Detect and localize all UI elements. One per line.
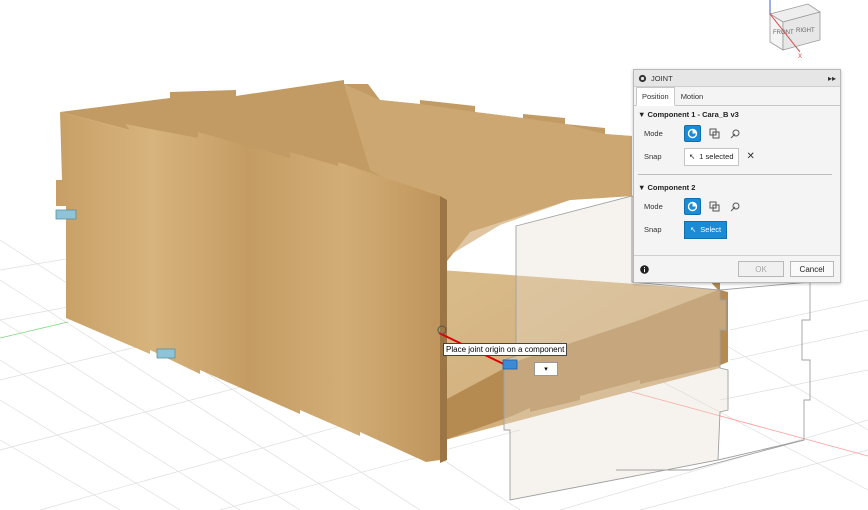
tab-position[interactable]: Position <box>636 87 675 106</box>
collapse-triangle-icon: ▼ <box>638 182 648 192</box>
joint-dialog-footer: OK Cancel <box>634 255 840 282</box>
mode-simple-button-2[interactable] <box>684 198 701 215</box>
component1-snap-value: 1 selected <box>699 152 734 161</box>
component1-snap-row: Snap ↖ 1 selected ✕ <box>634 145 840 168</box>
ok-button[interactable]: OK <box>738 261 784 277</box>
component2-title: Component 2 <box>647 182 696 192</box>
component1-mode-row: Mode <box>634 122 840 145</box>
mode-between-two-faces-button-2[interactable] <box>707 199 722 214</box>
joint-tooltip: Place joint origin on a component <box>443 343 568 356</box>
collapse-triangle-icon: ▼ <box>638 109 648 119</box>
joint-dialog-header[interactable]: JOINT ▸▸ <box>634 70 840 87</box>
mode-two-edge-intersection-button-2[interactable] <box>728 199 743 214</box>
mode-simple-icon <box>687 201 698 212</box>
between-two-faces-icon <box>709 201 720 212</box>
mode-simple-button[interactable] <box>684 125 701 142</box>
component2-section-header[interactable]: ▼ Component 2 <box>634 179 840 195</box>
cursor-arrow-icon: ↖ <box>690 225 697 234</box>
clear-selection-icon[interactable]: ✕ <box>747 151 755 162</box>
joint-dialog: JOINT ▸▸ Position Motion ▼ Component 1 -… <box>633 69 841 283</box>
mode-simple-icon <box>687 128 698 139</box>
component1-title: Component 1 - Cara_B v3 <box>647 109 739 119</box>
cancel-button[interactable]: Cancel <box>790 261 834 277</box>
joint-dialog-title: JOINT <box>651 73 673 83</box>
section-divider <box>638 174 832 175</box>
joint-icon-left[interactable] <box>55 209 77 220</box>
joint-icon <box>638 74 647 82</box>
component1-section-header[interactable]: ▼ Component 1 - Cara_B v3 <box>634 106 840 122</box>
component1-snap-label: Snap <box>644 152 662 161</box>
mode-between-two-faces-button[interactable] <box>707 126 722 141</box>
viewcube-right-label: RIGHT <box>796 28 815 34</box>
component2-snap-label: Snap <box>644 225 662 234</box>
z-axis-line <box>0 321 69 339</box>
tab-motion[interactable]: Motion <box>675 87 710 105</box>
viewcube-front-label: FRONT <box>773 30 794 36</box>
viewcube-x-axis-label: X <box>798 54 802 60</box>
component2-select-label: Select <box>700 225 722 234</box>
between-two-faces-icon <box>709 128 720 139</box>
component2-mode-row: Mode <box>634 195 840 218</box>
component1-mode-label: Mode <box>644 129 663 138</box>
component2-snap-row: Snap ↖ Select <box>634 218 840 241</box>
cursor-arrow-icon: ↖ <box>689 152 696 161</box>
edge-intersection-icon <box>730 129 740 139</box>
joint-origin-glyph[interactable] <box>502 359 518 370</box>
snap-options-dropdown[interactable]: ▾ <box>534 362 558 376</box>
edge-intersection-icon <box>730 202 740 212</box>
info-icon[interactable] <box>640 264 649 274</box>
component2-mode-label: Mode <box>644 202 663 211</box>
joint-tabs: Position Motion <box>634 87 840 106</box>
chevron-down-icon: ▾ <box>544 366 548 373</box>
component2-select-button[interactable]: ↖ Select <box>684 220 728 239</box>
viewcube[interactable]: FRONT RIGHT X <box>768 0 821 60</box>
component1-snap-selection[interactable]: ↖ 1 selected <box>684 147 739 166</box>
joint-icon-bottom[interactable] <box>156 348 176 359</box>
expand-icon[interactable]: ▸▸ <box>828 74 836 83</box>
mode-two-edge-intersection-button[interactable] <box>728 126 743 141</box>
